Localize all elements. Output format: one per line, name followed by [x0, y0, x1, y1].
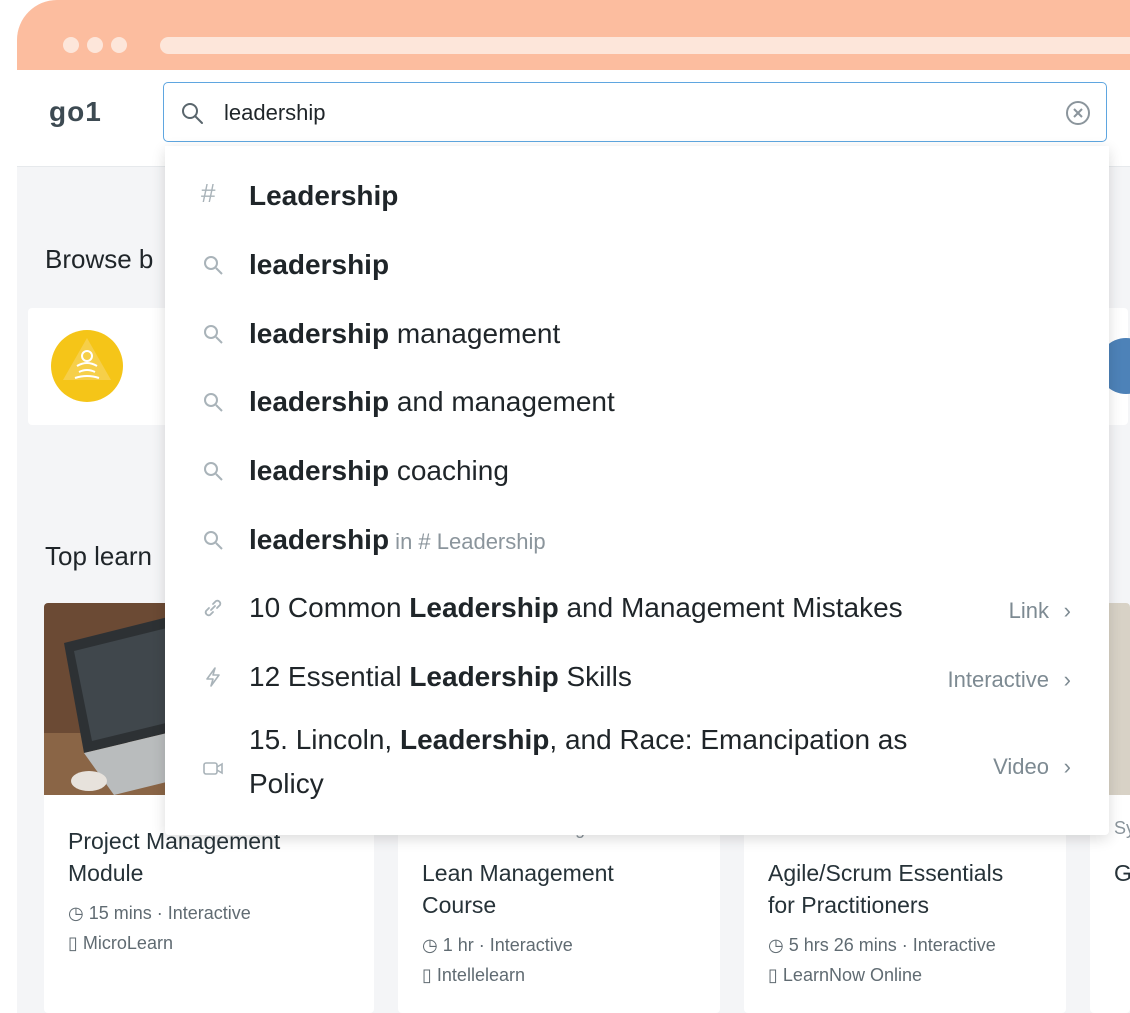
chevron-right-icon: › — [1063, 754, 1071, 779]
building-icon: ▯ — [422, 965, 432, 985]
browse-heading: Browse b — [45, 244, 154, 274]
window-dot — [87, 37, 103, 53]
clock-icon: ◷ — [768, 935, 784, 955]
meditation-icon — [63, 338, 111, 380]
suggestion-item[interactable]: leadership management — [165, 300, 1109, 368]
course-title[interactable]: G — [1114, 857, 1130, 889]
course-title[interactable]: Lean Management Course — [422, 857, 682, 921]
address-bar[interactable] — [160, 37, 1130, 54]
building-icon: ▯ — [68, 933, 78, 953]
go1-logo[interactable]: go1 — [49, 96, 102, 128]
result-type-label: Video — [993, 754, 1049, 779]
window-dot — [63, 37, 79, 53]
hash-icon: # — [201, 178, 216, 208]
result-item[interactable]: 15. Lincoln, Leadership, and Race: Emanc… — [165, 712, 1109, 822]
chevron-right-icon: › — [1063, 667, 1071, 692]
result-item[interactable]: 12 Essential Leadership Skills Interacti… — [165, 643, 1109, 711]
suggestion-item[interactable]: leadership — [165, 231, 1109, 299]
category-badge[interactable] — [51, 330, 123, 402]
search-suggestions-dropdown: # Leadership leadership leadership manag… — [165, 146, 1109, 835]
course-provider: ▯ Intellelearn — [422, 965, 525, 985]
search-input[interactable] — [222, 97, 1026, 129]
course-duration: ◷ 15 mins · Interactive — [68, 903, 251, 923]
browser-chrome — [17, 0, 1130, 70]
search-box[interactable] — [163, 82, 1107, 142]
search-icon — [182, 103, 203, 124]
course-provider: ▯ MicroLearn — [68, 933, 173, 953]
suggestion-item[interactable]: leadership and management — [165, 368, 1109, 436]
clear-search-icon[interactable] — [1064, 99, 1092, 127]
video-icon — [203, 762, 223, 775]
search-icon — [204, 256, 223, 275]
lightning-icon — [206, 667, 220, 687]
course-duration: ◷ 1 hr · Interactive — [422, 935, 573, 955]
search-icon — [204, 325, 223, 344]
top-learning-heading: Top learn — [45, 541, 152, 571]
chevron-right-icon: › — [1063, 598, 1071, 623]
suggestion-item[interactable]: leadership coaching — [165, 437, 1109, 505]
course-provider-top: Sy — [1114, 818, 1130, 838]
clock-icon: ◷ — [422, 935, 438, 955]
suggestion-item-scoped[interactable]: leadership in # Leadership — [165, 506, 1109, 574]
search-icon — [204, 462, 223, 481]
search-icon — [204, 531, 223, 550]
window-dot — [111, 37, 127, 53]
course-title[interactable]: Agile/Scrum Essentials for Practitioners — [768, 857, 1028, 921]
clock-icon: ◷ — [68, 903, 84, 923]
course-provider: ▯ LearnNow Online — [768, 965, 922, 985]
suggestion-topic-leadership[interactable]: # Leadership — [165, 162, 1109, 230]
building-icon: ▯ — [768, 965, 778, 985]
course-duration: ◷ 5 hrs 26 mins · Interactive — [768, 935, 996, 955]
link-icon — [204, 599, 222, 617]
result-item[interactable]: 10 Common Leadership and Management Mist… — [165, 574, 1109, 642]
result-type-label: Interactive — [947, 667, 1050, 692]
search-icon — [204, 393, 223, 412]
result-type-label: Link — [1008, 598, 1049, 623]
